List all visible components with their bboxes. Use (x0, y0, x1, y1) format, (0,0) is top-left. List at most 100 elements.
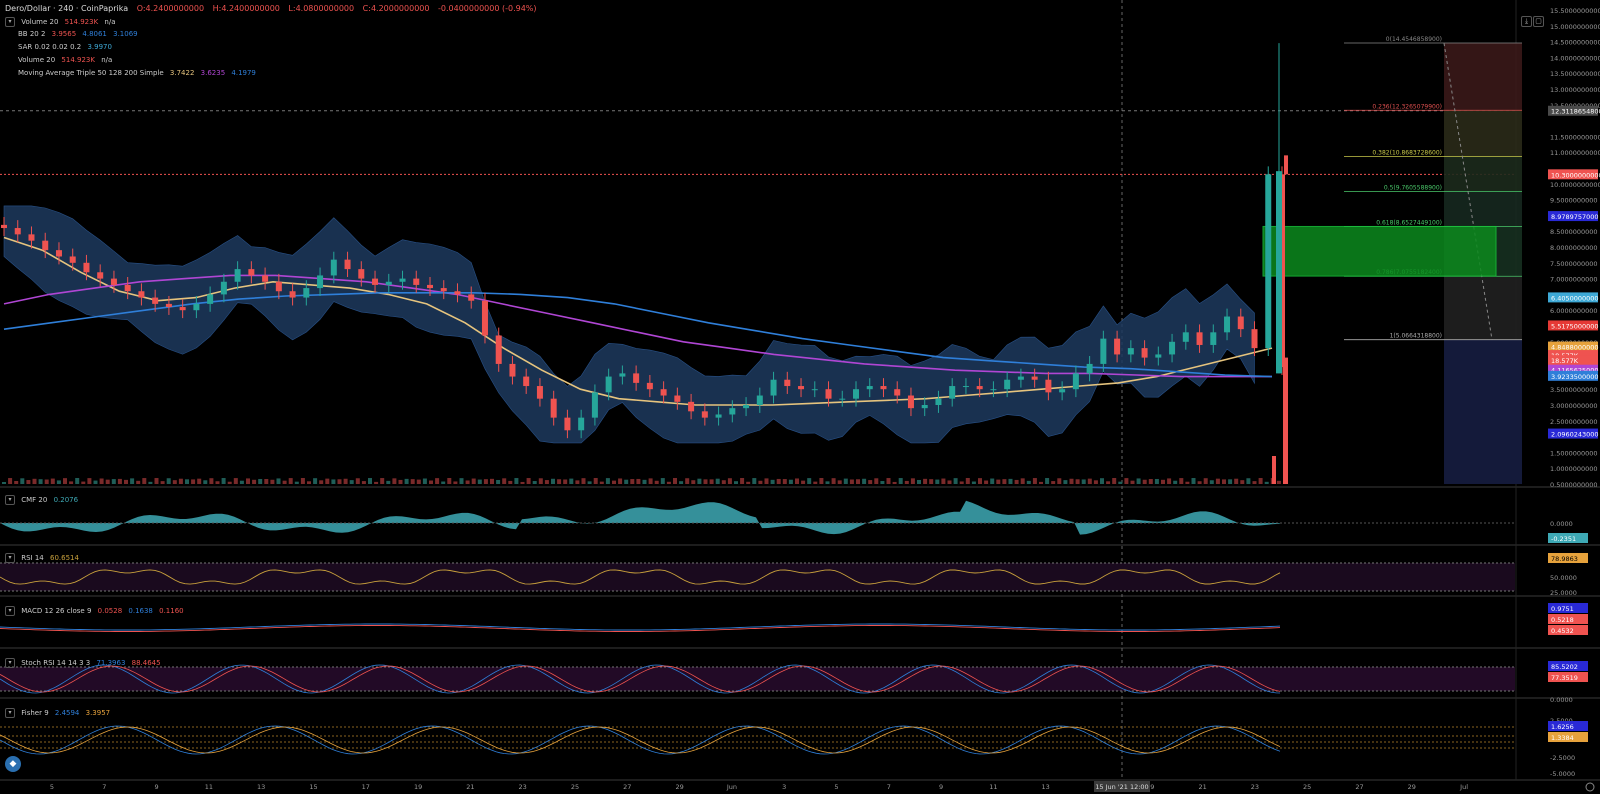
price-tick: 3.0000000000 (1550, 402, 1598, 410)
maximize-icon[interactable]: ▢ (1533, 16, 1544, 27)
legend-macd[interactable]: ▾ MACD 12 26 close 9 0.0528 0.1638 0.116… (5, 606, 184, 616)
volume-bar (569, 478, 574, 484)
candle-body (165, 303, 172, 308)
volume-bar (282, 480, 287, 484)
fisher-badge-text: 1.3384 (1551, 734, 1574, 742)
trading-chart[interactable]: 0(14.4546858900) 0.236(12.3265079900) 0.38… (0, 0, 1600, 794)
legend-bb[interactable]: BB 20 2 3.9565 4.8061 3.1069 (18, 30, 138, 38)
fib-zone (1444, 339, 1522, 484)
volume-spike (1283, 357, 1288, 484)
fib-zone (1444, 156, 1522, 192)
volume-bar (1039, 481, 1043, 484)
volume-bar (746, 481, 751, 484)
time-tick: 23 (1251, 783, 1259, 791)
collapse-chevron-icon[interactable]: ▾ (5, 606, 15, 616)
volume-bar (313, 478, 318, 484)
candle-body (949, 386, 956, 399)
candle-body (1155, 354, 1162, 358)
volume-bar (1276, 480, 1281, 484)
volume-bar (685, 478, 690, 484)
volume-bar (642, 479, 647, 484)
volume-bar (2, 482, 6, 484)
volume-bar (459, 478, 464, 484)
volume-bar (1063, 480, 1068, 484)
logo-icon[interactable]: ◆ (5, 756, 21, 772)
volume-bar (410, 479, 415, 484)
legend-ma-triple[interactable]: Moving Average Triple 50 128 200 Simple … (18, 69, 256, 77)
volume-bar (1118, 481, 1123, 484)
ohlc-low: L:4.0800000000 (288, 4, 355, 13)
collapse-chevron-icon[interactable]: ▾ (5, 708, 15, 718)
candle-body (248, 269, 255, 276)
volume-bar (666, 481, 671, 484)
volume-bar (520, 481, 525, 484)
volume-bar (105, 479, 110, 484)
price-tick: 14.0000000000 (1550, 54, 1600, 62)
macd-line (0, 623, 1281, 631)
volume-bar (721, 480, 726, 484)
volume-bar (947, 480, 952, 484)
time-tick: 29 (675, 783, 683, 791)
legend-label: BB 20 2 (18, 30, 46, 38)
volume-bar (636, 478, 641, 484)
volume-bar (563, 479, 568, 484)
volume-bar (587, 481, 592, 484)
legend-label: Volume 20 (18, 56, 56, 64)
volume-bar (874, 478, 879, 484)
fib-label: 0.236(12.3265079900) (1372, 103, 1442, 110)
price-tick: 9.5000000000 (1550, 197, 1598, 205)
legend-volume[interactable]: ▾ Volume 20 514.923K n/a (5, 17, 116, 27)
legend-fisher[interactable]: ▾ Fisher 9 2.4594 3.3957 (5, 708, 110, 718)
time-tick: 27 (1355, 783, 1363, 791)
fib-zone (1444, 276, 1522, 340)
candle-body (921, 405, 928, 409)
volume-bar (575, 480, 580, 484)
legend-stoch-rsi[interactable]: ▾ Stoch RSI 14 14 3 3 71.3963 88.4645 (5, 658, 161, 668)
volume-bar (142, 478, 147, 484)
volume-bar (782, 479, 787, 484)
time-tick: 7 (887, 783, 891, 791)
candle-body (564, 417, 571, 431)
bollinger-band (3, 205, 1255, 444)
candle-body (633, 373, 640, 383)
volume-bar (343, 478, 348, 484)
candle-body (646, 382, 653, 390)
volume-bar (404, 478, 409, 484)
volume-bar (1026, 480, 1031, 484)
legend-rsi[interactable]: ▾ RSI 14 60.6514 (5, 553, 79, 563)
volume-bar (807, 478, 812, 484)
volume-bar (971, 481, 976, 484)
collapse-chevron-icon[interactable]: ▾ (5, 17, 15, 27)
volume-bar (788, 479, 793, 484)
volume-bar (544, 480, 549, 484)
volume-bar (392, 478, 397, 484)
volume-bar (1075, 479, 1080, 484)
candle-body (152, 297, 159, 304)
legend-cmf[interactable]: ▾ CMF 20 0.2076 (5, 495, 78, 505)
candle-body (83, 262, 90, 273)
fib-label: 0.382(10.8683728600) (1372, 149, 1442, 156)
volume-bar (593, 478, 598, 484)
candle-body (798, 386, 805, 390)
ohlc-high: H:4.2400000000 (212, 4, 280, 13)
price-tick: 13.0000000000 (1550, 86, 1600, 94)
legend-volume-2[interactable]: Volume 20 514.923K n/a (18, 56, 112, 64)
volume-bar (849, 479, 854, 484)
symbol-title[interactable]: Dero/Dollar · 240 · CoinPaprika (5, 4, 128, 13)
candle-body (1072, 373, 1079, 390)
volume-bar (374, 481, 379, 484)
legend-sar[interactable]: SAR 0.02 0.02 0.2 3.9970 (18, 43, 112, 51)
collapse-chevron-icon[interactable]: ▾ (5, 553, 15, 563)
price-tick: 11.5000000000 (1550, 133, 1600, 141)
candle-body (701, 411, 708, 418)
volume-bar (435, 478, 440, 484)
candle-body (193, 303, 200, 311)
legend-value: 3.6235 (200, 69, 226, 77)
scroll-down-icon[interactable]: ⤓ (1521, 16, 1532, 27)
volume-bar (965, 478, 970, 484)
candle-body (69, 256, 76, 263)
chart-header: Dero/Dollar · 240 · CoinPaprika O:4.2400… (5, 4, 543, 13)
collapse-chevron-icon[interactable]: ▾ (5, 658, 15, 668)
candle-body (454, 291, 461, 295)
collapse-chevron-icon[interactable]: ▾ (5, 495, 15, 505)
